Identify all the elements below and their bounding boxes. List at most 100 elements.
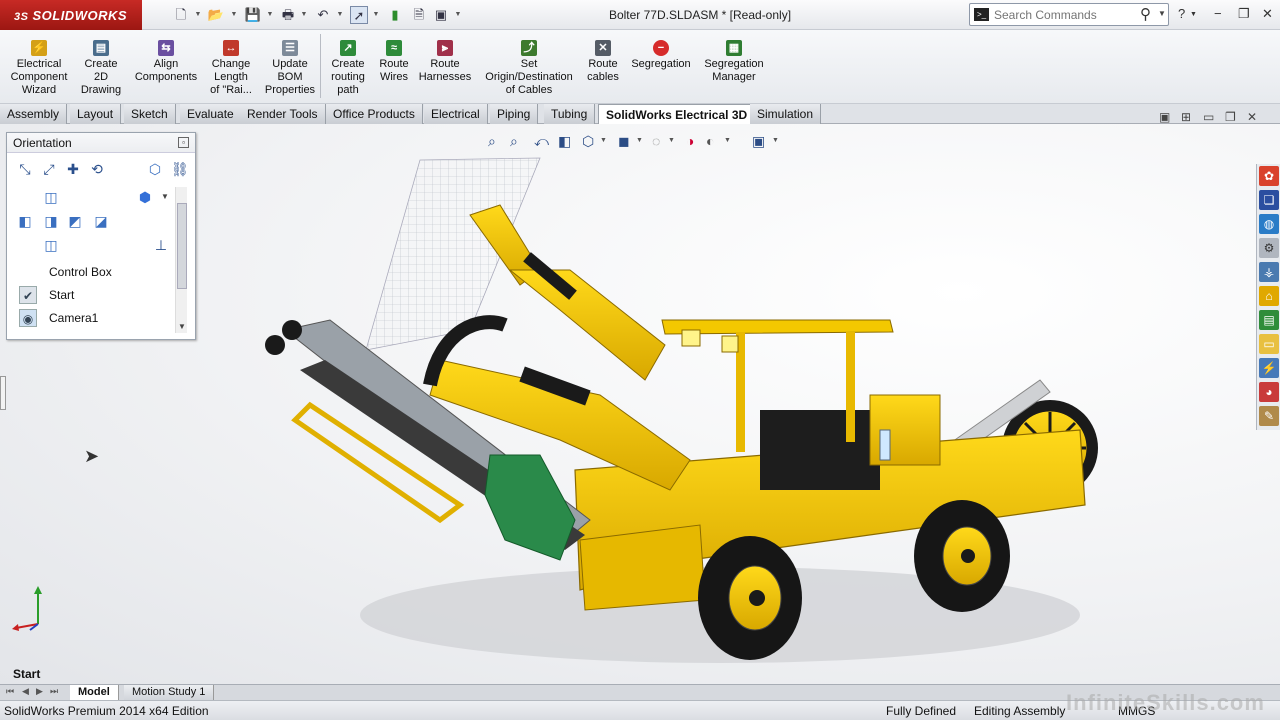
route-harnesses-button[interactable]: ⫸ Route Harnesses — [416, 34, 474, 84]
tab-office-products[interactable]: Office Products — [326, 104, 423, 124]
tab-layout[interactable]: Layout — [70, 104, 122, 124]
view-normal-to-icon[interactable]: ⤡ — [17, 161, 33, 177]
tab-assembly[interactable]: Assembly — [0, 104, 68, 124]
front-wheel[interactable] — [698, 536, 802, 660]
front-view-icon[interactable]: ◨ — [43, 213, 59, 229]
work-light[interactable] — [721, 335, 739, 353]
new-view-icon[interactable]: ✚ — [65, 161, 81, 177]
folder-icon[interactable]: ▭ — [1259, 334, 1279, 354]
file-explorer-icon[interactable]: ◍ — [1259, 214, 1279, 234]
segregation-button[interactable]: − Segregation — [628, 34, 694, 71]
viewport-minimize-icon[interactable]: ▭ — [1203, 110, 1214, 124]
apply-scene-icon[interactable]: ◐ — [706, 132, 714, 150]
segregation-manager-button[interactable]: ▦ Segregation Manager — [700, 34, 768, 84]
view-settings-dropdown-icon[interactable]: ▼ — [772, 132, 779, 150]
triad-axis-icon[interactable]: ⊥ — [153, 237, 169, 253]
search-commands[interactable]: >_ ⚲ ▼ — [969, 3, 1169, 26]
notes-icon[interactable]: ✎ — [1259, 406, 1279, 426]
tab-motion-study-1[interactable]: Motion Study 1 — [124, 685, 215, 701]
align-components-button[interactable]: ⇆ Align Components — [130, 34, 202, 84]
link-views-icon[interactable]: ⛓ — [171, 161, 189, 177]
tab-solidworks-electrical-3d[interactable]: SolidWorks Electrical 3D — [598, 104, 756, 125]
section-view-icon[interactable]: ◧ — [558, 132, 571, 150]
previous-view-icon[interactable]: ⤺ — [534, 132, 549, 150]
route-wires-button[interactable]: ≈ Route Wires — [374, 34, 414, 84]
undo-dropdown-icon[interactable]: ▼ — [336, 6, 344, 24]
prev-tab-icon[interactable]: ◀ — [22, 686, 29, 697]
new-icon[interactable]: 🗋 — [172, 6, 190, 24]
help-dropdown-icon[interactable]: ▼ — [1190, 11, 1197, 18]
create-2d-drawing-button[interactable]: ▤ Create 2D Drawing — [76, 34, 126, 97]
zoom-to-fit-icon[interactable]: ⌕ — [488, 132, 496, 150]
hide-show-items-icon[interactable]: ◌ — [652, 132, 660, 150]
pin-icon[interactable]: ▫ — [178, 137, 189, 148]
search-input[interactable] — [994, 6, 1134, 24]
help-icon[interactable]: ? — [1178, 6, 1185, 21]
rear-wheel[interactable] — [914, 500, 1010, 612]
tab-evaluate[interactable]: Evaluate — [180, 104, 242, 124]
select-dropdown-icon[interactable]: ▼ — [372, 6, 380, 24]
orientation-item-start[interactable]: ✔ Start — [15, 284, 175, 306]
view-update-icon[interactable]: ⤢ — [41, 161, 57, 177]
tab-piping[interactable]: Piping — [490, 104, 539, 124]
design-library-icon[interactable]: ❏ — [1259, 190, 1279, 210]
scroll-thumb[interactable] — [177, 203, 187, 289]
search-icon[interactable]: ⚲ — [1140, 5, 1151, 23]
save-dropdown-icon[interactable]: ▼ — [266, 6, 274, 24]
change-length-button[interactable]: ↔ Change Length of "Rai... — [204, 34, 258, 97]
select-icon[interactable]: ➚ — [350, 6, 368, 24]
scroll-down-icon[interactable]: ▼ — [178, 322, 186, 331]
route-cables-button[interactable]: ✕ Route cables — [582, 34, 624, 84]
work-light[interactable] — [681, 329, 701, 347]
open-dropdown-icon[interactable]: ▼ — [230, 6, 238, 24]
options-dropdown-icon[interactable]: ▼ — [454, 6, 462, 24]
top-view-icon[interactable]: ◫ — [43, 189, 59, 205]
view-orientation-icon[interactable]: ⬡ — [582, 132, 594, 150]
viewport-close-icon[interactable]: ✕ — [1247, 110, 1257, 124]
close-icon[interactable]: ✕ — [1262, 6, 1273, 22]
viewport-single-icon[interactable]: ▣ — [1159, 110, 1170, 124]
tab-tubing[interactable]: Tubing — [544, 104, 596, 124]
orientation-dialog[interactable]: Orientation ▫ ⤡ ⤢ ✚ ⟲ ⬡ ⛓ ◫ ⬢ ▼ ◧ ◨ ◩ ◪ … — [6, 132, 196, 340]
reset-views-icon[interactable]: ⟲ — [89, 161, 105, 177]
tab-simulation[interactable]: Simulation — [750, 104, 822, 124]
back-view-icon[interactable]: ◪ — [93, 213, 109, 229]
open-icon[interactable]: 📂 — [207, 6, 225, 24]
orientation-scrollbar[interactable]: ▼ — [175, 187, 187, 333]
save-icon[interactable]: 💾 — [244, 6, 262, 24]
electrical-component-wizard-button[interactable]: ⚡ Electrical Component Wizard — [4, 34, 74, 97]
view-settings-icon[interactable]: ▣ — [752, 132, 765, 150]
view-selector-icon[interactable]: ⬡ — [147, 161, 163, 177]
solidworks-logo[interactable]: 3S SOLIDWORKS — [0, 0, 142, 30]
display-style-dropdown-icon[interactable]: ▼ — [636, 132, 643, 150]
print-icon[interactable]: 🖶 — [279, 6, 297, 24]
hide-show-dropdown-icon[interactable]: ▼ — [668, 132, 675, 150]
options-icon[interactable]: ▣ — [432, 6, 450, 24]
tab-sketch[interactable]: Sketch — [124, 104, 176, 124]
search-results-icon[interactable]: ⚙ — [1259, 238, 1279, 258]
view-orientation-dropdown-icon[interactable]: ▼ — [600, 132, 607, 150]
isometric-view-icon[interactable]: ⬢ — [137, 189, 153, 205]
right-view-icon[interactable]: ◩ — [67, 213, 83, 229]
custom-properties-icon[interactable]: ▤ — [1259, 310, 1279, 330]
engine-block[interactable] — [760, 410, 880, 490]
electrical-manager-icon[interactable]: ⚡ — [1259, 358, 1279, 378]
appearances-icon[interactable]: ⌂ — [1259, 286, 1279, 306]
restore-icon[interactable]: ❐ — [1238, 6, 1250, 22]
left-view-icon[interactable]: ◧ — [17, 213, 33, 229]
first-tab-icon[interactable]: ⏮ — [6, 686, 14, 697]
new-dropdown-icon[interactable]: ▼ — [194, 6, 202, 24]
viewport-restore-icon[interactable]: ❐ — [1225, 110, 1236, 124]
rebuild-icon[interactable]: ▮ — [386, 6, 404, 24]
update-bom-properties-button[interactable]: ☰ Update BOM Properties — [260, 34, 320, 97]
next-tab-icon[interactable]: ▶ — [36, 686, 43, 697]
minimize-icon[interactable]: − — [1214, 6, 1222, 21]
tab-render-tools[interactable]: Render Tools — [240, 104, 326, 124]
display-style-icon[interactable]: ◼ — [618, 132, 630, 150]
orientation-item-camera1[interactable]: ◉ Camera1 — [15, 307, 175, 329]
viewport-split-icon[interactable]: ⊞ — [1181, 110, 1191, 124]
search-dropdown-icon[interactable]: ▼ — [1158, 9, 1166, 18]
zoom-to-area-icon[interactable]: ⌕ — [510, 132, 518, 150]
rock-drill-drifter[interactable] — [484, 454, 576, 561]
feature-manager-grip[interactable] — [0, 376, 6, 410]
